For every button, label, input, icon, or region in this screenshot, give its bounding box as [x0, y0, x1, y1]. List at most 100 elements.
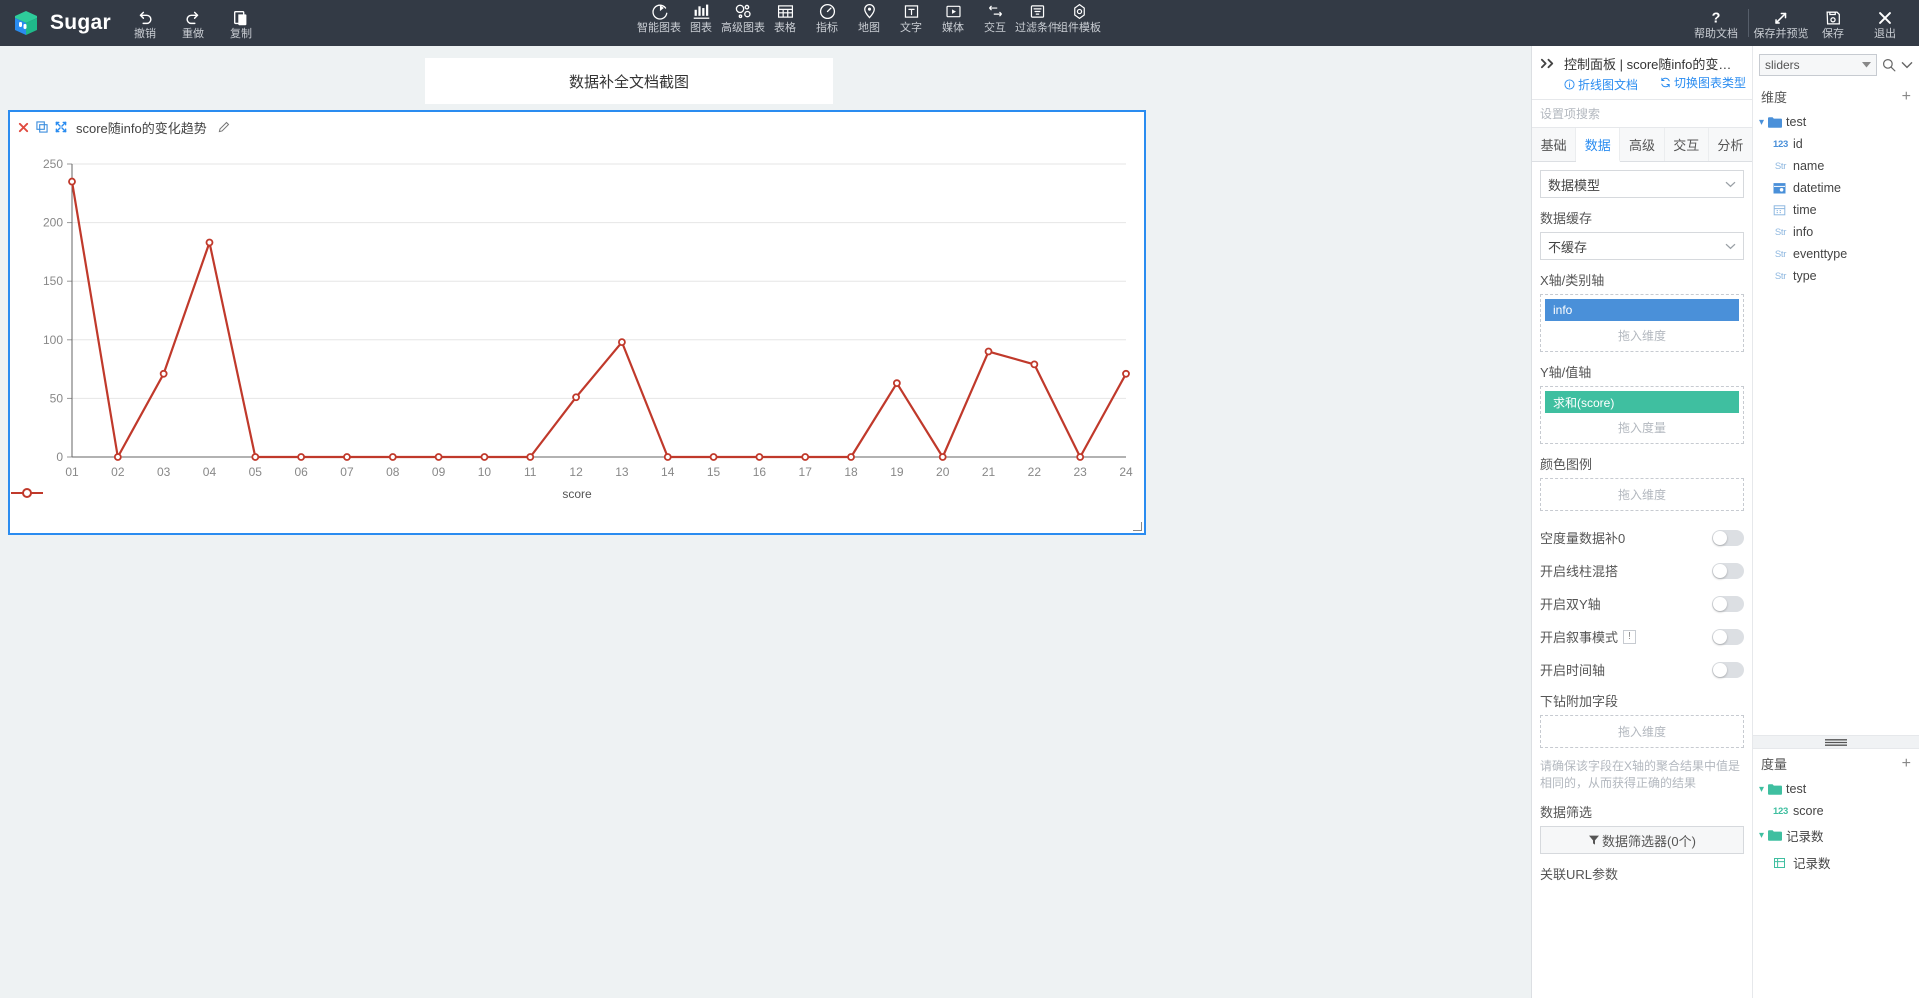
save-preview-button[interactable]: 保存并预览	[1753, 0, 1809, 46]
toggle-timeline[interactable]	[1712, 661, 1744, 678]
chevron-down-icon[interactable]: ▾	[1759, 117, 1764, 128]
svg-text:03: 03	[157, 465, 171, 479]
chevron-down-icon[interactable]	[1901, 61, 1913, 69]
data-filter-button[interactable]: 数据筛选器(0个)	[1540, 826, 1744, 854]
insert-smart-chart-button[interactable]: 智能图表	[637, 0, 681, 34]
toggle-label-fill-zero: 空度量数据补0	[1540, 531, 1626, 546]
tab-data[interactable]: 数据	[1576, 128, 1621, 162]
svg-text:21: 21	[982, 465, 996, 479]
dimensions-tree[interactable]: ▾ test 123 id Str name datetime time Str…	[1753, 111, 1919, 735]
save-preview-label: 保存并预览	[1753, 28, 1809, 40]
dimension-field-type[interactable]: Str type	[1753, 265, 1919, 287]
string-type-icon: Str	[1774, 160, 1787, 172]
dimension-field-time[interactable]: time	[1753, 199, 1919, 221]
toggle-fill-zero[interactable]	[1712, 529, 1744, 546]
y-axis-drop-hint: 拖入度量	[1617, 421, 1666, 435]
chart-widget-title: score随info的变化趋势	[76, 120, 207, 136]
dimension-field-info[interactable]: Str info	[1753, 221, 1919, 243]
insert-filter-condition-button[interactable]: 过滤条件	[1015, 0, 1059, 34]
measure-folder-test[interactable]: ▾ test	[1753, 778, 1919, 800]
insert-interaction-label: 交互	[984, 22, 1006, 34]
svg-text:11: 11	[524, 465, 537, 479]
chart-legend[interactable]: score	[10, 487, 1144, 501]
toggle-label-line-bar-mix: 开启线柱混搭	[1540, 564, 1619, 579]
insert-map-button[interactable]: 地图	[848, 0, 890, 34]
insert-chart-button[interactable]: 图表	[680, 0, 722, 34]
settings-search-input[interactable]	[1532, 100, 1752, 127]
document-title-widget[interactable]: 数据补全文档截图	[425, 58, 833, 104]
y-axis-dropzone[interactable]: 求和(score) 拖入度量	[1540, 386, 1744, 444]
undo-button[interactable]: 撤销	[121, 0, 169, 46]
panel-split-drag-handle[interactable]	[1753, 735, 1919, 749]
drill-hint-text: 请确保该字段在X轴的聚合结果中值是相同的，从而获得正确的结果	[1540, 759, 1741, 790]
edit-pencil-icon[interactable]	[218, 121, 230, 133]
narrative-mode-tooltip-icon[interactable]: !	[1623, 629, 1637, 644]
top-toolbar: Sugar 撤销 重做 复制 智能图表 图表 高级图表 表格 指标 地图 文字 …	[0, 0, 1919, 46]
x-axis-field-pill[interactable]: info	[1545, 299, 1739, 321]
dimension-field-eventtype[interactable]: Str eventtype	[1753, 243, 1919, 265]
dataset-select[interactable]: sliders	[1759, 54, 1877, 76]
resize-handle[interactable]	[1132, 521, 1142, 531]
measure-folder-record-count[interactable]: ▾ 记录数	[1753, 822, 1919, 849]
dimension-folder-test[interactable]: ▾ test	[1753, 111, 1919, 133]
toggle-line-bar-mix[interactable]	[1712, 562, 1744, 579]
insert-filter-condition-label: 过滤条件	[1015, 22, 1059, 34]
switch-chart-type-button[interactable]: 切换图表类型	[1660, 74, 1746, 91]
svg-text:16: 16	[753, 465, 767, 479]
tab-basic[interactable]: 基础	[1532, 128, 1577, 161]
settings-tabs: 基础 数据 高级 交互 分析	[1532, 128, 1752, 162]
svg-text:23: 23	[1073, 465, 1087, 479]
chart-widget[interactable]: score随info的变化趋势 0 50 100 150 200 250 01 02 03 04 0…	[8, 110, 1146, 535]
color-legend-drop-hint: 拖入维度	[1617, 488, 1666, 502]
chevron-down-icon[interactable]: ▾	[1759, 784, 1764, 795]
dimension-field-id[interactable]: 123 id	[1753, 133, 1919, 155]
search-icon[interactable]	[1882, 58, 1896, 72]
map-icon	[860, 2, 879, 21]
toggle-dual-y-axis[interactable]	[1712, 595, 1744, 612]
drill-dropzone[interactable]: 拖入维度	[1540, 715, 1744, 748]
insert-text-button[interactable]: 文字	[890, 0, 932, 34]
measure-field-record-count[interactable]: 记录数	[1753, 849, 1919, 876]
media-icon	[944, 2, 963, 21]
caret-down-icon	[1862, 62, 1871, 68]
insert-metric-label: 指标	[816, 22, 838, 34]
duplicate-icon[interactable]	[36, 121, 48, 133]
color-legend-dropzone[interactable]: 拖入维度	[1540, 478, 1744, 511]
x-axis-dropzone[interactable]: info 拖入维度	[1540, 294, 1744, 352]
help-doc-button[interactable]: ? 帮助文档	[1690, 0, 1742, 46]
add-measure-icon[interactable]: +	[1902, 755, 1911, 771]
collapse-panel-icon[interactable]	[1540, 54, 1556, 70]
close-icon[interactable]	[18, 122, 29, 133]
insert-interaction-button[interactable]: 交互	[974, 0, 1016, 34]
save-button[interactable]: 保存	[1807, 0, 1859, 46]
chevron-down-icon[interactable]: ▾	[1759, 830, 1764, 841]
measures-tree[interactable]: ▾ test 123 score ▾ 记录数 记录数	[1753, 778, 1919, 998]
toggle-label-narrative-mode: 开启叙事模式	[1540, 630, 1619, 645]
add-dimension-icon[interactable]: +	[1902, 88, 1911, 104]
copy-button[interactable]: 复制	[217, 0, 265, 46]
settings-scroll-container[interactable]: 数据模型 数据缓存 不缓存 X轴/类别轴 info 拖入维度 Y轴/值轴 求和(…	[1532, 162, 1752, 998]
tab-analysis[interactable]: 分析	[1709, 128, 1752, 161]
dimension-field-label: datetime	[1793, 181, 1841, 195]
cache-select[interactable]: 不缓存	[1540, 232, 1744, 260]
insert-chart-label: 图表	[690, 22, 712, 34]
y-axis-field-pill[interactable]: 求和(score)	[1545, 391, 1739, 413]
data-model-select[interactable]: 数据模型	[1540, 170, 1744, 198]
dashboard-canvas[interactable]: 数据补全文档截图 score随info的变化趋势 0 50 100 150 20…	[0, 46, 1531, 998]
toggle-narrative-mode[interactable]	[1712, 628, 1744, 645]
insert-component-template-button[interactable]: 组件模板	[1057, 0, 1101, 34]
dimension-field-datetime[interactable]: datetime	[1753, 177, 1919, 199]
exit-button[interactable]: 退出	[1859, 0, 1911, 46]
tab-advanced[interactable]: 高级	[1620, 128, 1665, 161]
chart-plot-area[interactable]: 0 50 100 150 200 250 01 02 03 04 05 06 07 08 09 10 11 12 1…	[10, 142, 1144, 507]
redo-button[interactable]: 重做	[169, 0, 217, 46]
insert-advanced-chart-button[interactable]: 高级图表	[721, 0, 765, 34]
insert-table-button[interactable]: 表格	[764, 0, 806, 34]
folder-icon	[1768, 830, 1783, 841]
fullscreen-icon[interactable]	[55, 121, 67, 133]
insert-metric-button[interactable]: 指标	[806, 0, 848, 34]
tab-interaction[interactable]: 交互	[1665, 128, 1709, 161]
dimension-field-name[interactable]: Str name	[1753, 155, 1919, 177]
insert-media-button[interactable]: 媒体	[932, 0, 974, 34]
measure-field-score[interactable]: 123 score	[1753, 800, 1919, 822]
